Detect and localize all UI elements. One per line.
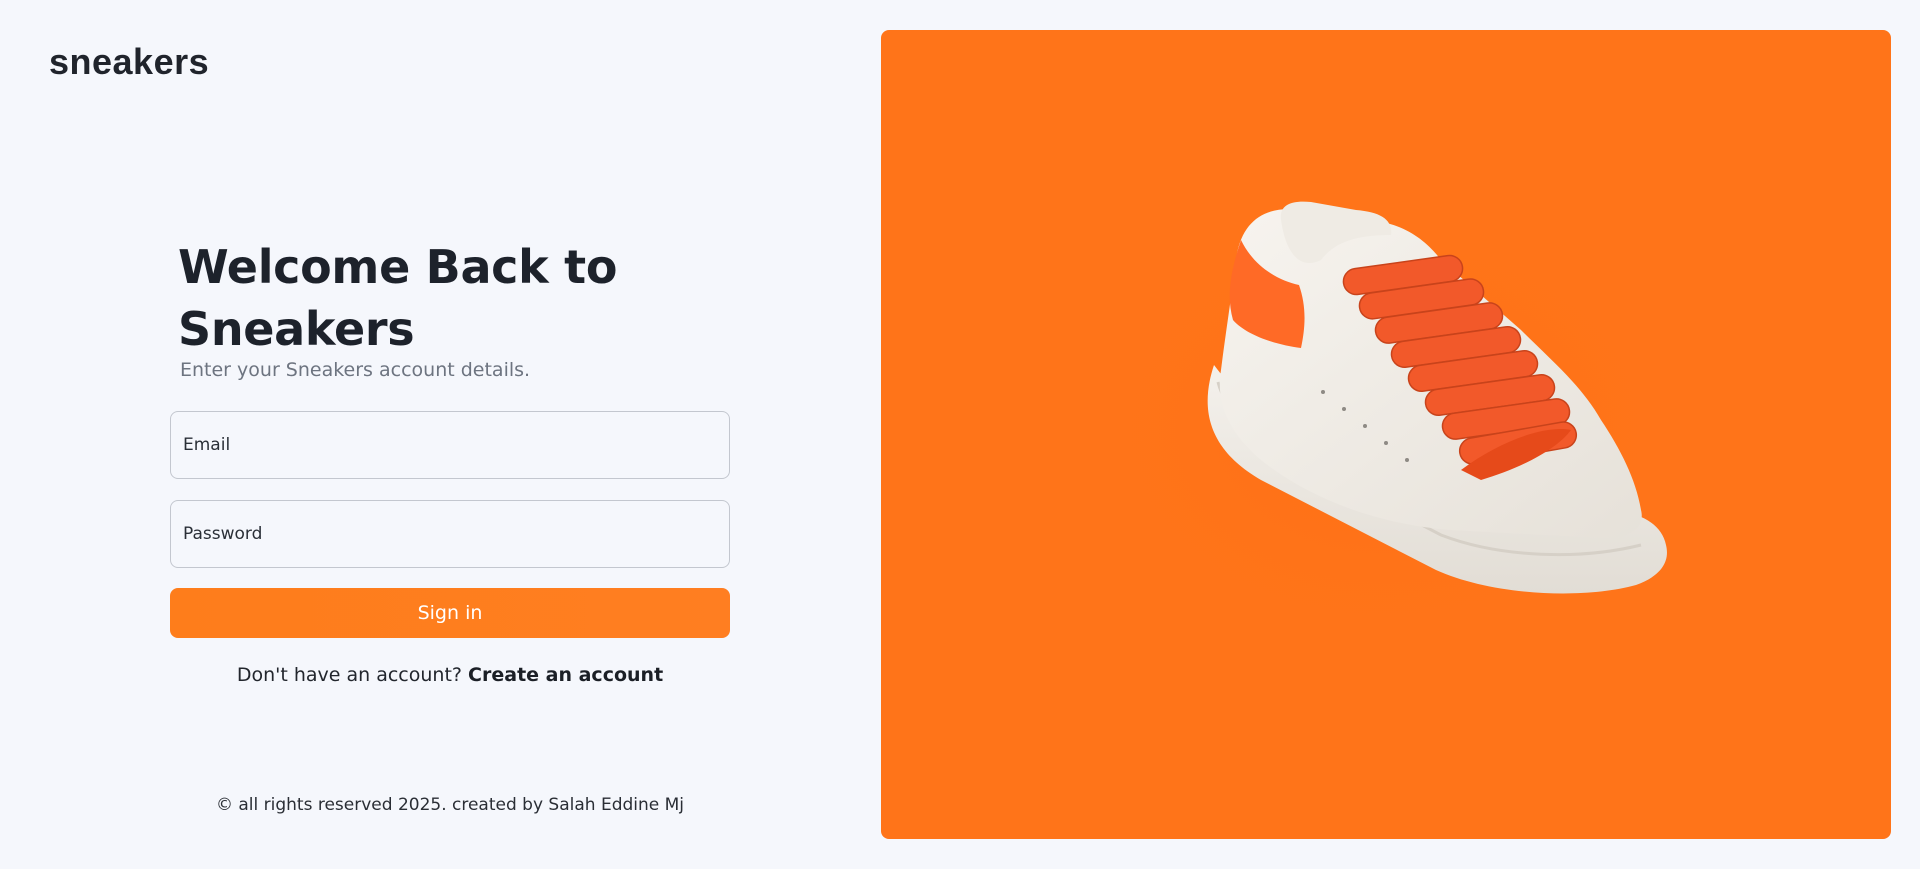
brand-logo[interactable]: sneakers [49,42,209,82]
create-account-link[interactable]: Create an account [468,664,663,686]
signup-prompt: Don't have an account? Create an account [170,664,730,686]
email-field-container [170,411,730,479]
no-account-text: Don't have an account? [236,664,462,686]
password-field-container [170,500,730,568]
page-subtitle: Enter your Sneakers account details. [180,359,531,381]
login-form: Welcome Back to Sneakers Enter your Snea… [170,236,730,686]
page-title: Welcome Back to Sneakers [178,240,618,356]
signin-button[interactable]: Sign in [170,588,730,638]
hero-panel [881,30,1891,839]
password-field[interactable] [181,523,729,545]
sneaker-image [1056,190,1716,670]
footer-copyright: © all rights reserved 2025. created by S… [215,795,685,815]
email-field[interactable] [181,434,729,456]
